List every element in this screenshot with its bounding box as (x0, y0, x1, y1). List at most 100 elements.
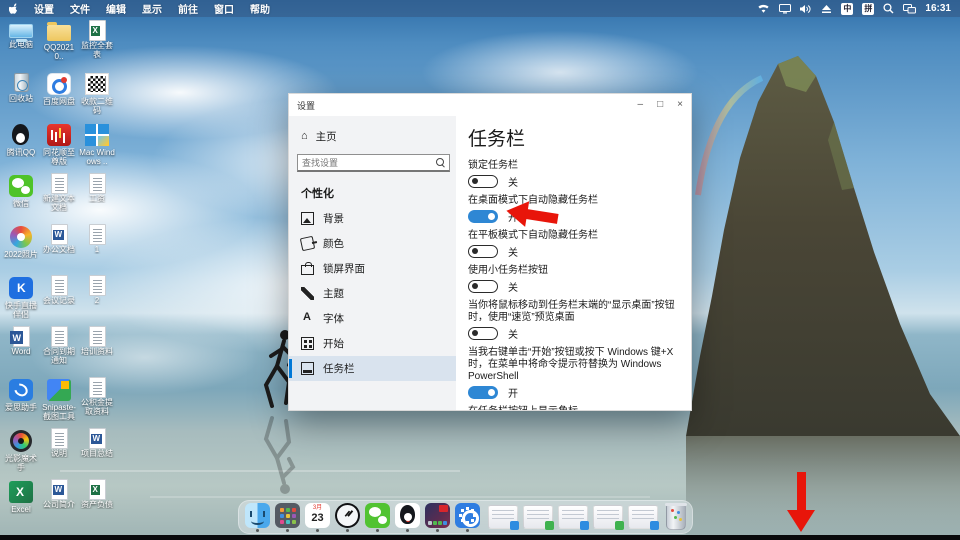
desktop-icon[interactable]: 资产负债 (78, 479, 116, 530)
wifi-icon[interactable] (757, 4, 770, 14)
setting-row: 在桌面模式下自动隐藏任务栏 开 (468, 195, 681, 223)
desktop-icon[interactable]: 2022照片 (2, 224, 40, 275)
setting-row: 当你将鼠标移动到任务栏末端的“显示桌面”按钮时，使用“速览”预览桌面 关 (468, 300, 681, 340)
dock-app-icon (455, 503, 480, 528)
minimized-window-thumbnail[interactable] (558, 505, 588, 529)
menu-item[interactable]: 帮助 (250, 1, 270, 16)
desktop-icon[interactable]: 合同到期通知 (40, 326, 78, 377)
desktop-icon-label: 合同到期通知 (40, 347, 78, 365)
desktop-icon[interactable]: 微信 (2, 173, 40, 224)
maximize-button[interactable]: □ (657, 100, 663, 110)
desktop-icon-glyph (47, 124, 71, 146)
desktop-icon-label: 快手直播伴侣 (2, 301, 40, 319)
desktop-icon-label: 监控全套表 (78, 41, 116, 59)
desktop-icon[interactable]: 快手直播伴侣 (2, 275, 40, 326)
close-button[interactable]: × (677, 100, 683, 110)
search-icon[interactable] (883, 3, 894, 14)
sidebar-item-icon (301, 287, 314, 300)
menu-item[interactable]: 文件 (70, 1, 90, 16)
setting-label: 锁定任务栏 (468, 160, 681, 172)
desktop-icon[interactable]: 此电脑 (2, 20, 40, 71)
desktop-icon[interactable]: 工资 (78, 173, 116, 224)
desktop-icon[interactable]: Excel (2, 479, 40, 530)
menu-item[interactable]: 窗口 (214, 1, 234, 16)
menu-item[interactable]: 编辑 (106, 1, 126, 16)
settings-search-input[interactable] (302, 158, 436, 168)
apple-menu[interactable] (9, 3, 19, 15)
desktop-icon[interactable]: 腾讯QQ (2, 122, 40, 173)
desktop-icon[interactable]: 项目总结 (78, 428, 116, 479)
setting-label: 使用小任务栏按钮 (468, 265, 681, 277)
dock-app[interactable]: 3月 23 (305, 503, 330, 532)
minimized-window-thumbnail[interactable] (628, 505, 658, 529)
input-zh-badge[interactable]: 中 (841, 3, 853, 15)
desktop-icon[interactable]: 会议记录 (40, 275, 78, 326)
sidebar-item[interactable]: 颜色 (289, 231, 456, 256)
eject-icon[interactable] (821, 4, 832, 14)
desktop-icon[interactable]: Snipaste-截图工具 (40, 377, 78, 428)
toggle-state-label: 关 (508, 326, 518, 341)
desktop-icon[interactable]: 公司简介 (40, 479, 78, 530)
desktop-icon-label: Mac Windows .. (78, 148, 116, 166)
desktop-icon[interactable]: Word (2, 326, 40, 377)
minimized-window-thumbnail[interactable] (488, 505, 518, 529)
display-icon[interactable] (779, 4, 791, 14)
minimize-button[interactable]: – (638, 100, 644, 110)
desktop-icon[interactable]: 新建文本文档 (40, 173, 78, 224)
toggle-state-label: 开 (508, 385, 518, 400)
desktop-icon[interactable]: 公积金提取资料 (78, 377, 116, 428)
sidebar-item[interactable]: 背景 (289, 206, 456, 231)
volume-icon[interactable] (800, 4, 812, 14)
sidebar-item-home[interactable]: ⌂ 主页 (301, 126, 456, 146)
desktop-icon[interactable]: 2 (78, 275, 116, 326)
sidebar-item-label: 颜色 (323, 236, 344, 251)
desktop-icon[interactable]: Mac Windows .. (78, 122, 116, 173)
toggle-switch[interactable] (468, 327, 498, 340)
settings-search-box[interactable] (297, 154, 450, 172)
desktop-icon-label: 新建文本文档 (40, 194, 78, 212)
toggle-switch[interactable] (468, 386, 498, 399)
toggle-switch[interactable] (468, 210, 498, 223)
minimized-window-thumbnail[interactable] (593, 505, 623, 529)
desktop-icon[interactable]: 同花顺至尊版 (40, 122, 78, 173)
toggle-switch[interactable] (468, 280, 498, 293)
desktop-icon[interactable]: 1 (78, 224, 116, 275)
dock-app[interactable] (275, 503, 300, 532)
trash-icon[interactable] (666, 504, 686, 530)
desktop-icon[interactable]: 监控全套表 (78, 20, 116, 71)
window-titlebar[interactable]: 设置 – □ × (289, 94, 691, 116)
menu-item[interactable]: 显示 (142, 1, 162, 16)
desktop-icon[interactable]: 百度网盘 (40, 71, 78, 122)
dock-app[interactable] (245, 503, 270, 532)
sidebar-item[interactable]: 开始 (289, 331, 456, 356)
dock-app[interactable] (335, 503, 360, 532)
desktop-icon[interactable]: QQ20210.. (40, 20, 78, 71)
desktop-icon[interactable]: 培训资料 (78, 326, 116, 377)
menu-item[interactable]: 设置 (34, 1, 54, 16)
desktop-icon[interactable]: 说明 (40, 428, 78, 479)
mirror-icon[interactable] (903, 4, 916, 14)
desktop-icon[interactable]: 光影魔术手 (2, 428, 40, 479)
desktop-icon[interactable]: 回收站 (2, 71, 40, 122)
dock-app[interactable] (455, 503, 480, 532)
dock-app[interactable] (365, 503, 390, 532)
toggle-switch[interactable] (468, 175, 498, 188)
desktop-icon[interactable]: 收款二维码 (78, 71, 116, 122)
menu-item[interactable]: 前往 (178, 1, 198, 16)
minimized-window-thumbnail[interactable] (523, 505, 553, 529)
dock-app[interactable] (395, 503, 420, 532)
toggle-switch[interactable] (468, 245, 498, 258)
desktop-icon-glyph (9, 379, 33, 401)
desktop-icon[interactable]: 爱思助手 (2, 377, 40, 428)
sidebar-item[interactable]: 字体 (289, 306, 456, 331)
sidebar-item[interactable]: 任务栏 (289, 356, 456, 381)
desktop-icon[interactable]: 办公文档 (40, 224, 78, 275)
window-title: 设置 (297, 99, 315, 112)
desktop-icon-glyph (51, 173, 68, 194)
desktop-icon-glyph (89, 479, 106, 500)
dock-app[interactable] (425, 503, 450, 532)
sidebar-item[interactable]: 锁屏界面 (289, 256, 456, 281)
input-pinyin-badge[interactable]: 拼 (862, 3, 874, 15)
sidebar-item[interactable]: 主题 (289, 281, 456, 306)
menu-bar-clock[interactable]: 16:31 (925, 3, 951, 14)
